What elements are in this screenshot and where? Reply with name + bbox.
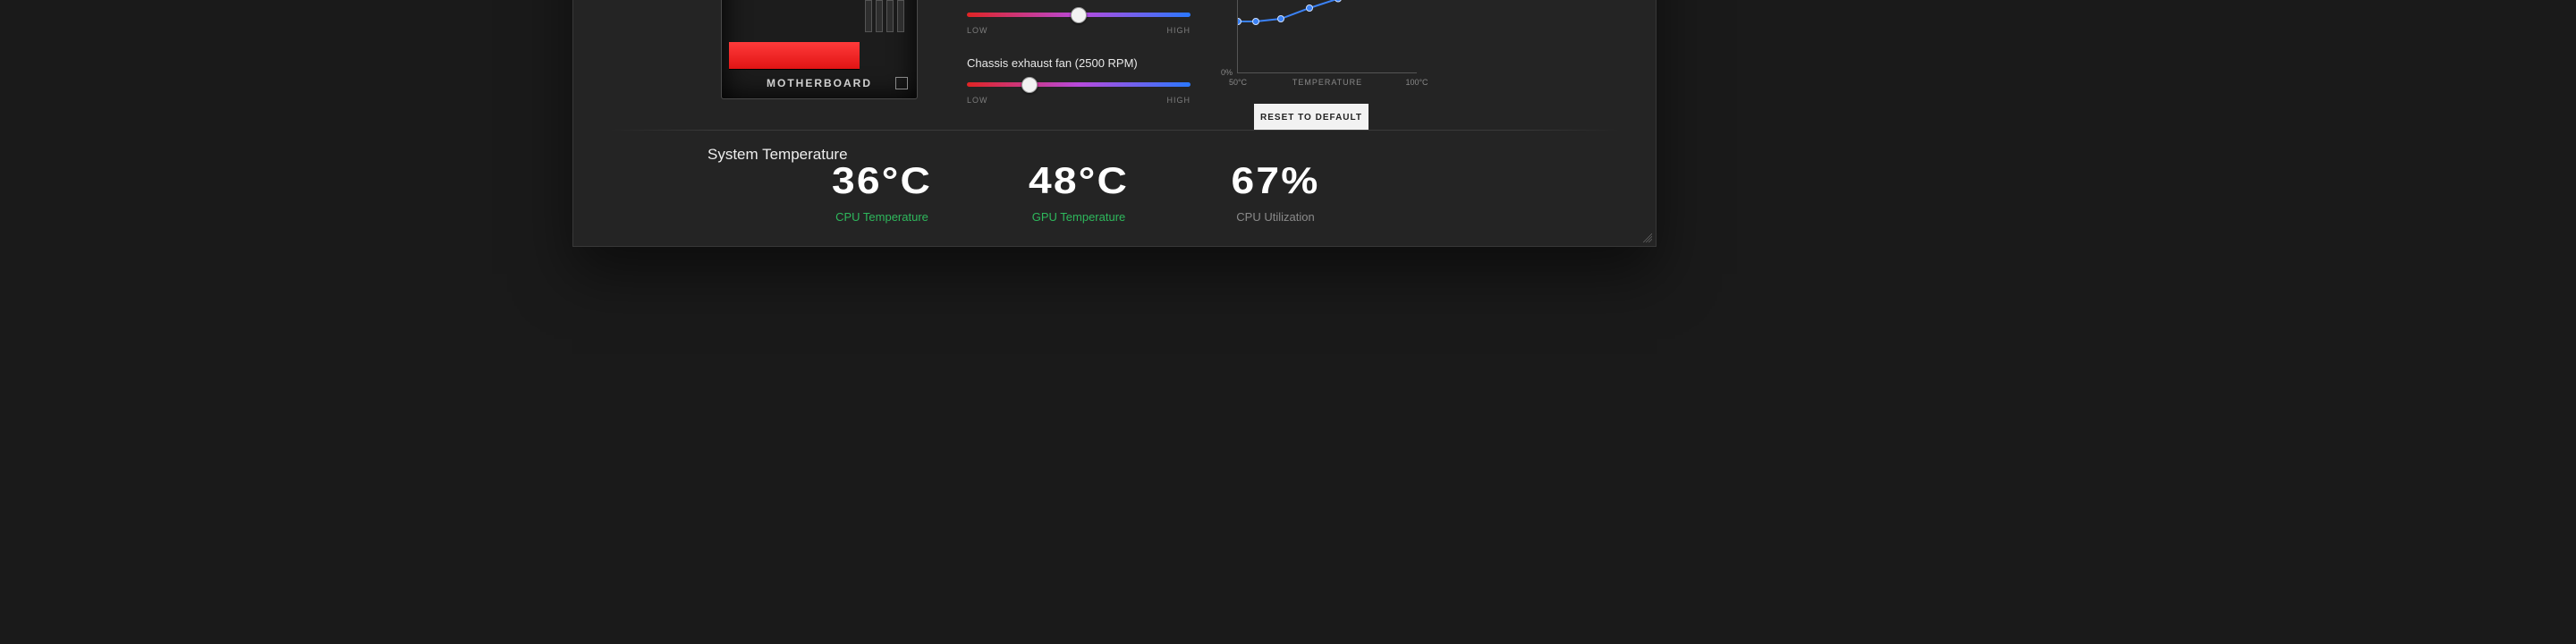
fan-controls: LOW HIGH Chassis intake fan (2500 RPM) L…	[967, 0, 1191, 126]
motherboard-checkbox[interactable]	[895, 77, 908, 89]
exhaust-fan-title: Chassis exhaust fan (2500 RPM)	[967, 56, 1191, 70]
section-divider	[609, 130, 1620, 131]
gpu-temp-metric: 48°C GPU Temperature	[1012, 162, 1146, 224]
low-label: LOW	[967, 96, 988, 105]
exhaust-fan-slider[interactable]	[967, 82, 1191, 87]
cpu-util-label: CPU Utilization	[1208, 210, 1343, 224]
cpu-temp-value: 36°C	[809, 162, 956, 199]
motherboard-label: MOTHERBOARD	[722, 77, 917, 89]
cpu-temp-metric: 36°C CPU Temperature	[815, 162, 949, 224]
high-label: HIGH	[1167, 96, 1191, 105]
gpu-temp-label: GPU Temperature	[1012, 210, 1146, 224]
gpu-temp-value: 48°C	[1005, 162, 1153, 199]
cpu-util-metric: 67% CPU Utilization	[1208, 162, 1343, 224]
low-label: LOW	[967, 26, 988, 35]
chart-svg	[1238, 0, 1417, 72]
control-panel: MOTHERBOARD LOW HIGH Chassis intake fan …	[572, 0, 1657, 247]
reset-to-default-button[interactable]: RESET TO DEFAULT	[1254, 104, 1368, 131]
cpu-util-value: 67%	[1202, 162, 1350, 199]
fan-curve-chart[interactable]: 0% 50°C100°C TEMPERATURE	[1237, 0, 1417, 73]
motherboard-load-bar	[729, 42, 860, 70]
slot-decor	[865, 2, 904, 32]
chart-xlabel: TEMPERATURE	[1292, 78, 1362, 87]
fan-curve-chart-wrap: 0% 50°C100°C TEMPERATURE RESET TO DEFAUL…	[1217, 0, 1405, 131]
intake-fan-thumb[interactable]	[1071, 7, 1087, 23]
chart-xtick: 50°C	[1229, 78, 1247, 87]
intake-fan-slider[interactable]	[967, 13, 1191, 17]
chart-ytick: 0%	[1221, 68, 1233, 77]
high-label: HIGH	[1167, 26, 1191, 35]
motherboard-card[interactable]: MOTHERBOARD	[721, 0, 918, 99]
chart-xtick: 100°C	[1405, 78, 1428, 87]
cpu-temp-label: CPU Temperature	[815, 210, 949, 224]
metrics-row: 36°C CPU Temperature 48°C GPU Temperatur…	[815, 162, 1343, 224]
exhaust-fan-thumb[interactable]	[1021, 77, 1038, 93]
system-temperature-title: System Temperature	[708, 146, 848, 164]
